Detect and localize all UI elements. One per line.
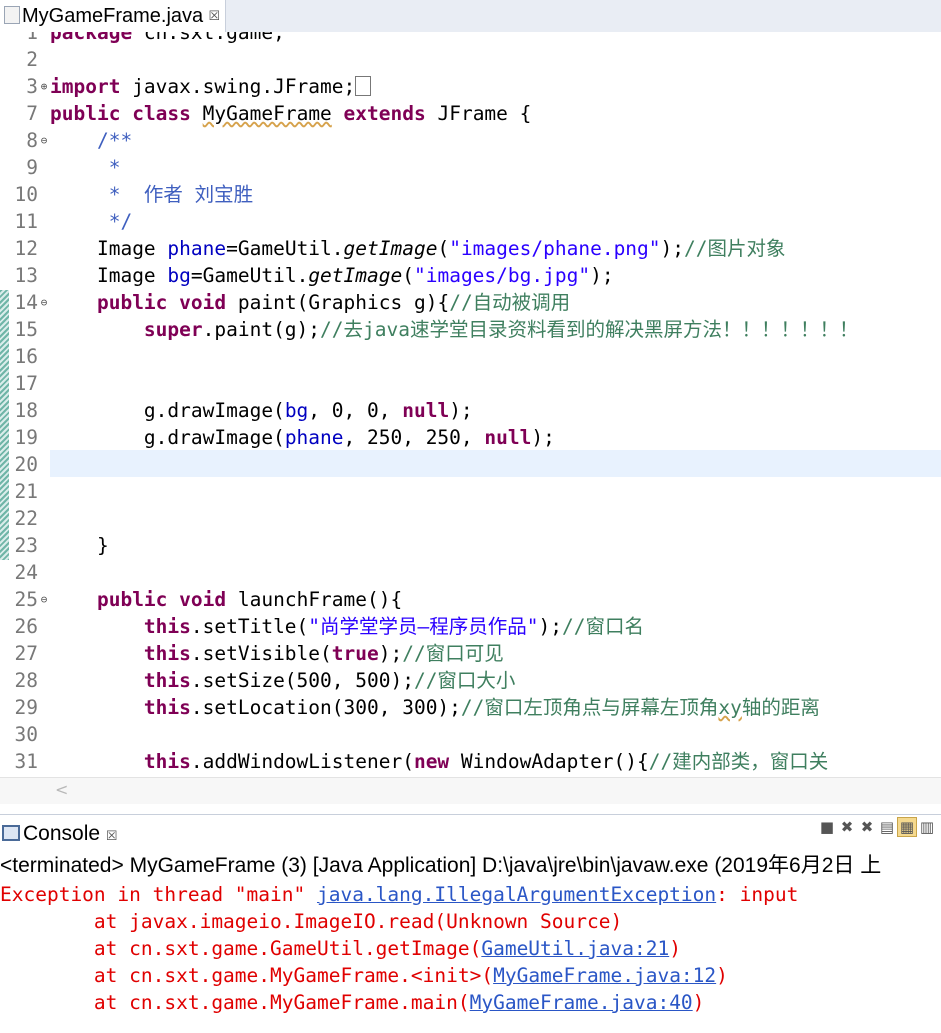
console-tab-label: Console	[23, 822, 101, 845]
code-line: 1 package cn.sxt.game;	[26, 32, 285, 44]
console-toolbar: ■ ✖ ✖ ▤ ▦ ▥	[817, 817, 937, 841]
code-line: 12 Image phane=GameUtil.getImage("images…	[14, 237, 786, 260]
console-line: at cn.sxt.game.MyGameFrame.main(MyGameFr…	[0, 991, 705, 1014]
current-line-highlight	[50, 450, 941, 477]
terminate-icon[interactable]: ■	[817, 818, 837, 836]
code-line: 10 * 作者 刘宝胜	[14, 183, 254, 206]
code-line: 9 *	[26, 156, 121, 179]
stack-link[interactable]: MyGameFrame.java:12	[493, 964, 716, 987]
editor-tab-mygameframe[interactable]: MyGameFrame.java ☒	[0, 0, 227, 32]
console-tab-bar: Console ☒ ■ ✖ ✖ ▤ ▦ ▥	[0, 814, 941, 851]
code-line: 21	[14, 480, 38, 503]
code-line: 24	[14, 561, 38, 584]
remove-all-icon[interactable]: ✖	[857, 818, 877, 836]
close-icon[interactable]: ☒	[209, 0, 221, 32]
code-line: 16	[14, 345, 38, 368]
code-line: 25 ⊖ public void launchFrame(){	[14, 586, 403, 613]
code-line: 18 g.drawImage(bg, 0, 0, null);	[14, 399, 473, 422]
fold-collapse-icon[interactable]: ⊖	[38, 586, 50, 613]
code-line: 7 public class MyGameFrame extends JFrame…	[26, 102, 532, 125]
code-line: 22	[14, 507, 38, 530]
code-line: 14 ⊖ public void paint(Graphics g){//自动被调…	[14, 289, 571, 316]
code-editor[interactable]: 1 package cn.sxt.game; 2 3 ⊕ import javax.s…	[0, 32, 941, 777]
remove-launch-icon[interactable]: ✖	[837, 818, 857, 836]
scroll-lock-icon[interactable]: ▦	[897, 817, 917, 837]
code-line: 26 this.setTitle("尚学堂学员—程序员作品");//窗口名	[14, 615, 644, 638]
console-line: at javax.imageio.ImageIO.read(Unknown So…	[0, 910, 623, 933]
clear-console-icon[interactable]: ▤	[877, 818, 897, 836]
code-line: 27 this.setVisible(true);//窗口可见	[14, 642, 504, 665]
code-line: 30	[14, 723, 38, 746]
code-line: 29 this.setLocation(300, 300);//窗口左顶角点与屏…	[14, 696, 820, 719]
console-line: at cn.sxt.game.GameUtil.getImage(GameUti…	[0, 937, 681, 960]
console-line: Exception in thread "main" java.lang.Ill…	[0, 883, 799, 906]
code-line: 8 ⊖ /**	[26, 127, 133, 154]
console-line: at cn.sxt.game.MyGameFrame.<init>(MyGame…	[0, 964, 728, 987]
code-line: 23 }	[14, 534, 109, 557]
console-icon	[2, 825, 20, 841]
code-line: 28 this.setSize(500, 500);//窗口大小	[14, 669, 516, 692]
code-line: 17	[14, 372, 38, 395]
horizontal-scrollbar[interactable]: <	[0, 777, 941, 804]
editor-tab-bar: MyGameFrame.java ☒	[0, 0, 941, 33]
code-line: 19 g.drawImage(phane, 250, 250, null);	[14, 426, 555, 449]
code-line: 15 super.paint(g);//去java速学堂目录资料看到的解决黑屏方…	[14, 318, 859, 341]
stack-link[interactable]: MyGameFrame.java:40	[470, 991, 693, 1014]
code-line: 11 */	[14, 210, 133, 233]
code-line: 31 this.addWindowListener(new WindowAdap…	[14, 750, 829, 773]
close-icon[interactable]: ☒	[106, 828, 118, 843]
fold-expand-icon[interactable]: ⊕	[38, 73, 50, 100]
code-line: 20	[14, 453, 38, 476]
code-line: 2	[26, 48, 38, 71]
console-status: <terminated> MyGameFrame (3) [Java Appli…	[0, 854, 882, 877]
java-file-icon	[4, 6, 20, 24]
stack-link[interactable]: GameUtil.java:21	[481, 937, 669, 960]
console-tab[interactable]: Console ☒	[0, 817, 136, 850]
exception-link[interactable]: java.lang.IllegalArgumentException	[317, 883, 716, 906]
scroll-left-icon[interactable]: <	[55, 780, 68, 799]
fold-collapse-icon[interactable]: ⊖	[38, 127, 50, 154]
editor-tab-label: MyGameFrame.java	[22, 5, 204, 27]
fold-collapse-icon[interactable]: ⊖	[38, 289, 50, 316]
code-line: 13 Image bg=GameUtil.getImage("images/bg…	[14, 264, 614, 287]
code-line: 3 ⊕ import javax.swing.JFrame;	[0, 73, 372, 100]
word-wrap-icon[interactable]: ▥	[917, 818, 937, 836]
folded-imports-marker[interactable]	[355, 76, 372, 96]
